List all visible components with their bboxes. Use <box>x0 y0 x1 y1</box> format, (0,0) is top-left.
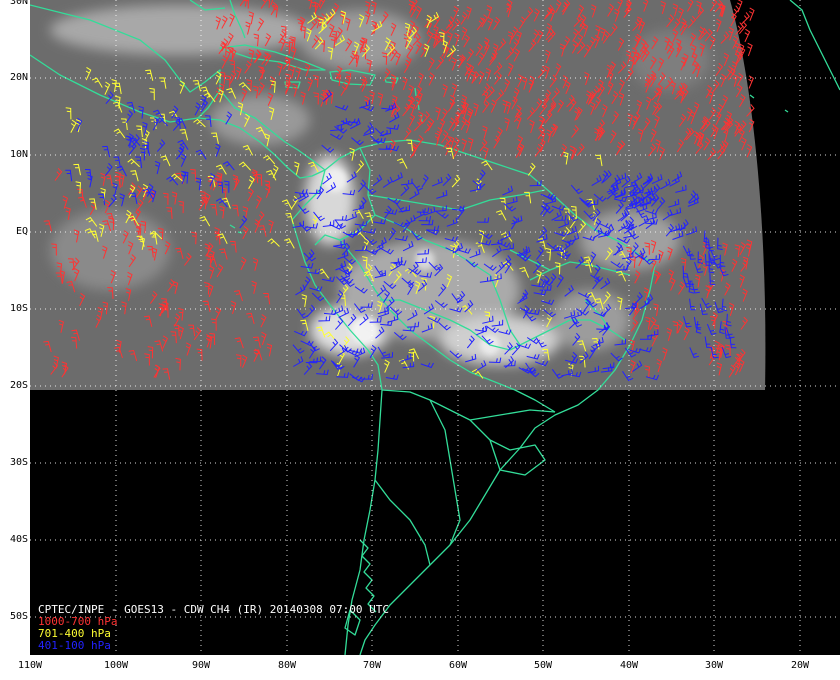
lat-label-eq: EQ <box>15 226 28 237</box>
lat-label-20n: 20N <box>9 72 28 83</box>
legend-item-401-100hpa: 401-100 hPa <box>38 639 111 652</box>
lat-label-10s: 10S <box>9 303 28 314</box>
lat-label-30s: 30S <box>9 457 28 468</box>
lon-label-20w: 20W <box>790 660 810 671</box>
lat-label-20s: 20S <box>9 380 28 391</box>
lon-label-40w: 40W <box>619 660 639 671</box>
lon-label-110w: 110W <box>17 660 43 671</box>
map-panel <box>30 0 840 655</box>
lon-label-50w: 50W <box>533 660 553 671</box>
lat-label-30n: 30N <box>9 0 28 7</box>
lon-label-30w: 30W <box>704 660 724 671</box>
satellite-wind-map: 30N 20N 10N EQ 10S 20S 30S 40S 50S CPTEC… <box>0 0 840 680</box>
map-caption: CPTEC/INPE - GOES13 - CDW CH4 (IR) 20140… <box>38 604 389 652</box>
lon-label-80w: 80W <box>277 660 297 671</box>
map-canvas <box>30 0 840 655</box>
lon-label-60w: 60W <box>448 660 468 671</box>
lon-label-100w: 100W <box>103 660 129 671</box>
lon-label-70w: 70W <box>362 660 382 671</box>
lat-label-40s: 40S <box>9 534 28 545</box>
lon-label-90w: 90W <box>191 660 211 671</box>
lat-label-10n: 10N <box>9 149 28 160</box>
lat-label-50s: 50S <box>9 611 28 622</box>
